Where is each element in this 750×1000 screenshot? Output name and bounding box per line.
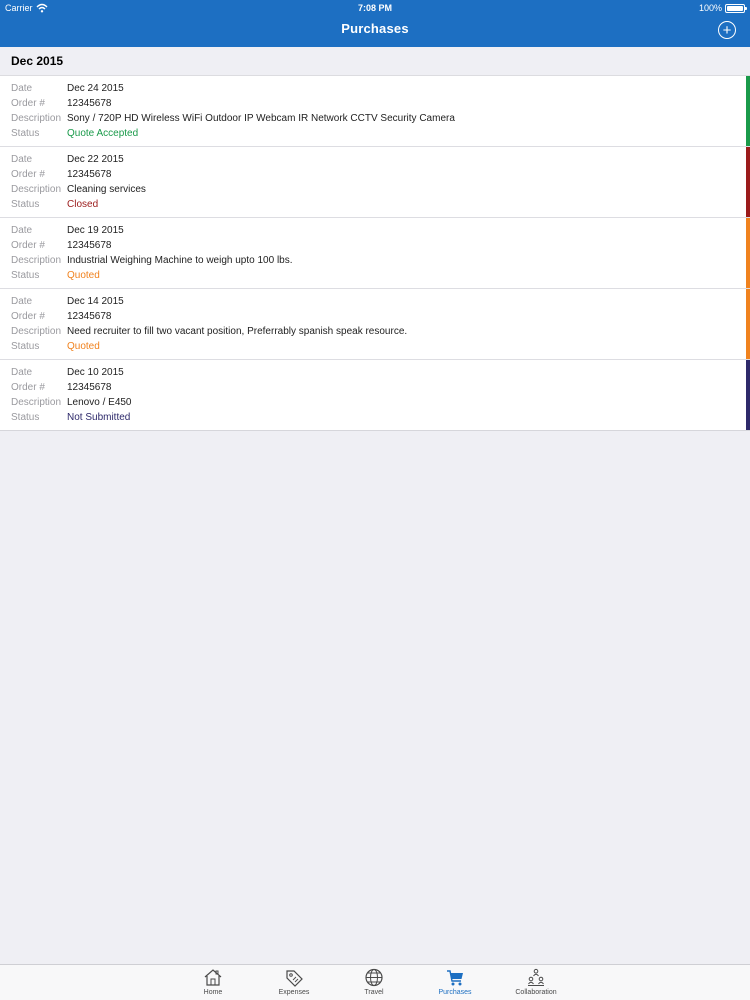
tab-label: Purchases <box>438 989 472 996</box>
description-value: Lenovo / E450 <box>67 397 132 408</box>
status-label: Status <box>11 128 40 139</box>
tab-travel[interactable]: Travel <box>339 965 409 1000</box>
status-bar: Carrier 7:08 PM 100% <box>0 0 750 16</box>
battery-indicator: 100% <box>698 0 747 16</box>
status-value: Quoted <box>67 341 100 352</box>
status-color-stripe <box>746 76 750 146</box>
tab-expenses[interactable]: Expenses <box>259 965 329 1000</box>
purchase-list-item[interactable]: Date Dec 24 2015 Order # 12345678 Descriptio… <box>0 76 750 147</box>
order-value: 12345678 <box>67 240 112 251</box>
status-color-stripe <box>746 218 750 288</box>
status-label: Status <box>11 199 40 210</box>
status-color-stripe <box>746 360 750 430</box>
section-header: Dec 2015 <box>0 47 750 76</box>
status-label: Status <box>11 341 40 352</box>
tab-home[interactable]: Home <box>178 965 248 1000</box>
date-label: Date <box>11 296 33 307</box>
purchase-list-item[interactable]: Date Dec 14 2015 Order # 12345678 Descriptio… <box>0 289 750 360</box>
order-label: Order # <box>11 240 45 251</box>
globe-icon <box>365 968 383 987</box>
purchase-list: Date Dec 24 2015 Order # 12345678 Descriptio… <box>0 76 750 431</box>
status-color-stripe <box>746 289 750 359</box>
description-label: Description <box>11 113 62 124</box>
description-value: Sony / 720P HD Wireless WiFi Outdoor IP … <box>67 113 455 124</box>
date-value: Dec 14 2015 <box>67 296 124 307</box>
status-value: Not Submitted <box>67 412 131 423</box>
page-title: Purchases <box>341 21 409 36</box>
date-value: Dec 10 2015 <box>67 367 124 378</box>
order-label: Order # <box>11 169 45 180</box>
battery-icon <box>725 3 747 13</box>
status-time: 7:08 PM <box>357 3 392 13</box>
date-value: Dec 24 2015 <box>67 83 124 94</box>
tab-label: Collaboration <box>515 989 557 996</box>
tab-label: Travel <box>364 989 384 996</box>
tab-bar: Home Expenses Travel Purchases Collabora… <box>0 964 750 1000</box>
description-value: Need recruiter to fill two vacant positi… <box>67 326 408 337</box>
tab-label: Expenses <box>278 989 310 996</box>
date-label: Date <box>11 154 33 165</box>
date-value: Dec 19 2015 <box>67 225 124 236</box>
description-value: Cleaning services <box>67 184 146 195</box>
status-value: Quoted <box>67 270 100 281</box>
tab-purchases[interactable]: Purchases <box>420 965 490 1000</box>
description-value: Industrial Weighing Machine to weigh upt… <box>67 255 293 266</box>
description-label: Description <box>11 255 62 266</box>
battery-percent: 100% <box>698 3 722 13</box>
description-label: Description <box>11 326 62 337</box>
status-label: Status <box>11 270 40 281</box>
cart-icon <box>447 970 463 986</box>
date-value: Dec 22 2015 <box>67 154 124 165</box>
order-label: Order # <box>11 98 45 109</box>
purchase-list-item[interactable]: Date Dec 10 2015 Order # 12345678 Descriptio… <box>0 360 750 431</box>
order-value: 12345678 <box>67 98 112 109</box>
purchase-list-item[interactable]: Date Dec 22 2015 Order # 12345678 Descriptio… <box>0 147 750 218</box>
order-value: 12345678 <box>67 382 112 393</box>
purchase-list-item[interactable]: Date Dec 19 2015 Order # 12345678 Descriptio… <box>0 218 750 289</box>
date-label: Date <box>11 83 33 94</box>
description-label: Description <box>11 397 62 408</box>
tag-icon <box>286 970 303 987</box>
tab-label: Home <box>203 989 223 996</box>
plus-circle-icon: + <box>722 21 732 39</box>
people-network-icon <box>528 968 544 986</box>
order-label: Order # <box>11 311 45 322</box>
status-label: Status <box>11 412 40 423</box>
order-label: Order # <box>11 382 45 393</box>
add-purchase-button[interactable]: + <box>718 21 736 39</box>
status-color-stripe <box>746 147 750 217</box>
order-value: 12345678 <box>67 169 112 180</box>
nav-bar: Carrier 7:08 PM 100% Purchases + <box>0 0 750 47</box>
order-value: 12345678 <box>67 311 112 322</box>
date-label: Date <box>11 367 33 378</box>
date-label: Date <box>11 225 33 236</box>
status-value: Quote Accepted <box>67 128 139 139</box>
tab-collaboration[interactable]: Collaboration <box>501 965 571 1000</box>
home-icon <box>204 969 222 986</box>
description-label: Description <box>11 184 62 195</box>
status-value: Closed <box>67 199 99 210</box>
